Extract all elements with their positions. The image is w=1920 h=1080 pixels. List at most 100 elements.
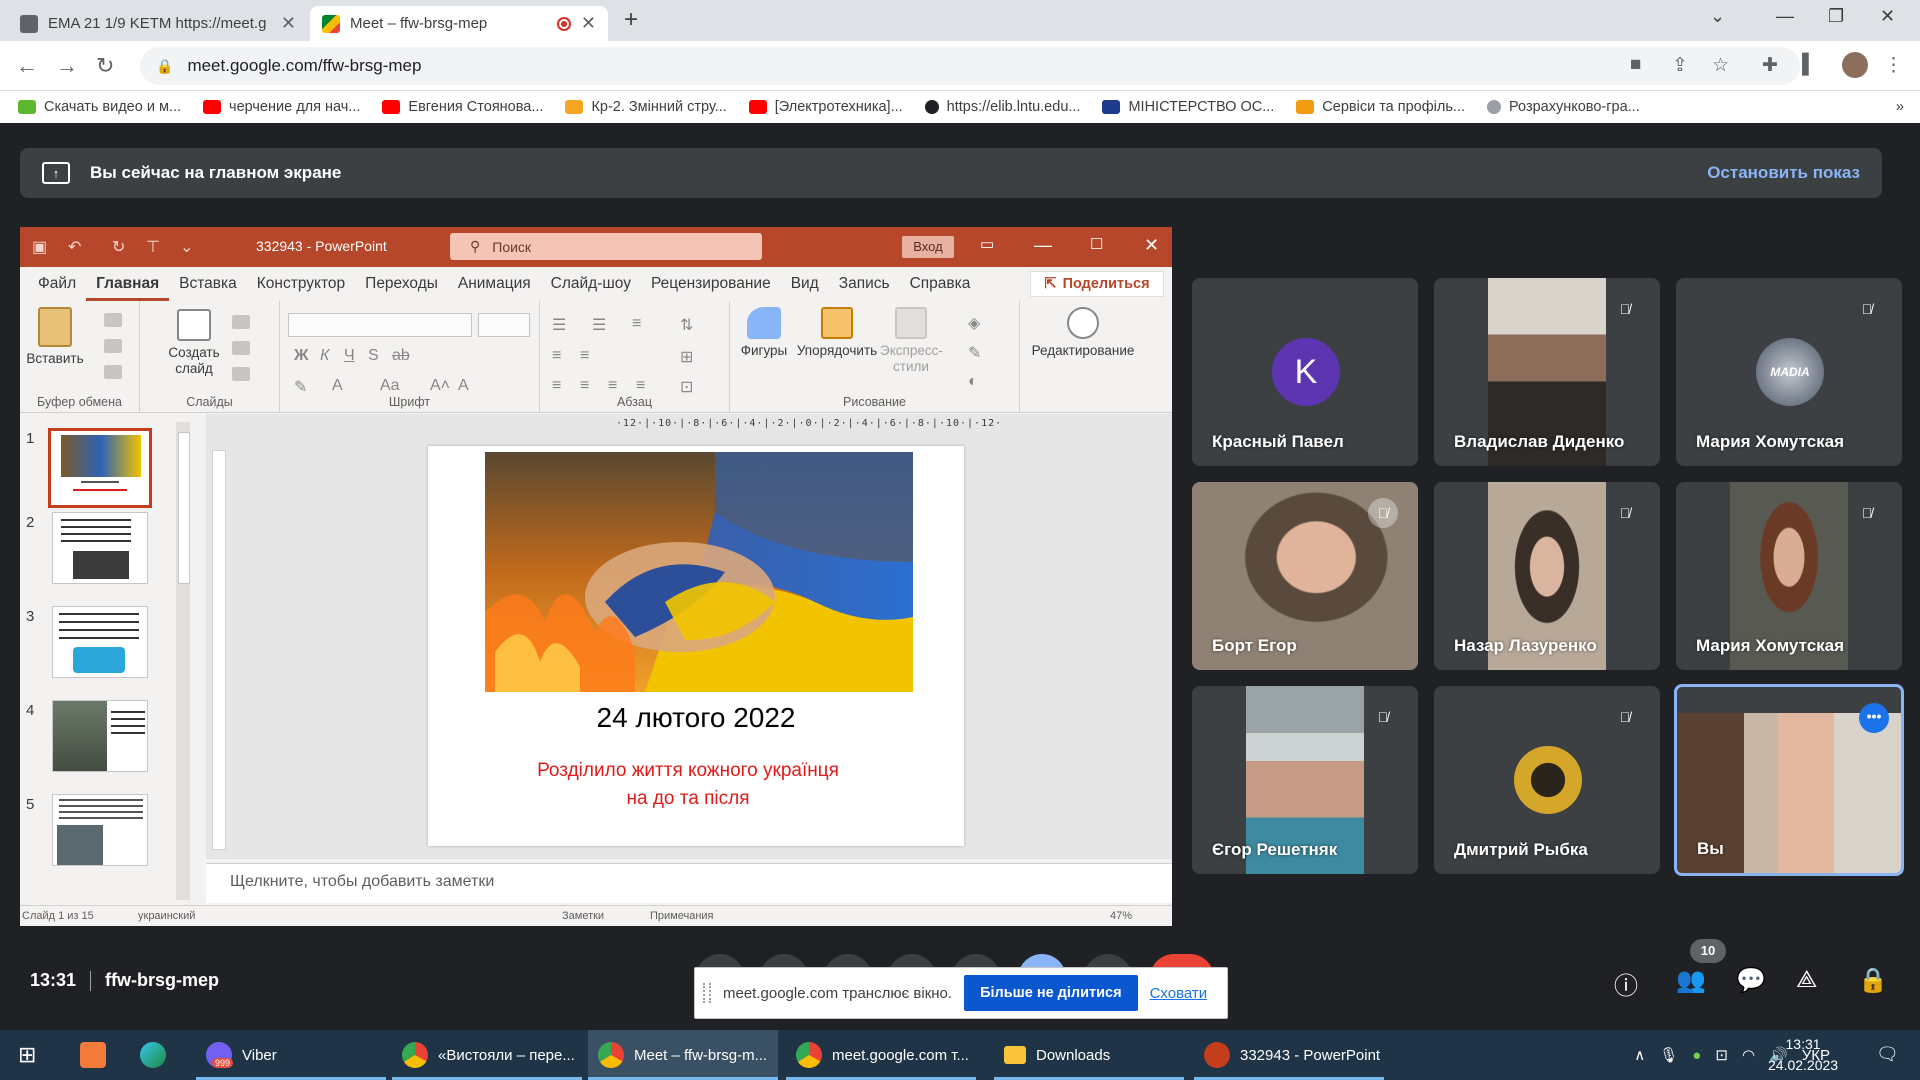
browser-tab-inactive[interactable]: EMA 21 1/9 KETM https://meet.g ✕ [8,6,308,41]
stop-presenting-button[interactable]: Остановить показ [1707,163,1860,183]
restore-button[interactable]: ❐ [1828,6,1844,27]
taskbar-explorer[interactable]: Downloads [994,1030,1184,1080]
reset-icon[interactable] [232,341,250,355]
chevron-up-icon[interactable]: ∧ [1634,1046,1645,1064]
current-slide[interactable]: 24 лютого 2022 Розділило життя кожного у… [428,446,964,846]
shapes-button[interactable]: Фигуры [734,307,794,359]
stop-sharing-button[interactable]: Більше не ділитися [964,975,1138,1011]
slide-thumbnail-3[interactable] [52,606,148,678]
italic-icon[interactable]: К [320,347,329,365]
taskbar-powerpoint[interactable]: 332943 - PowerPoint [1194,1030,1384,1080]
start-button[interactable]: ⊞ [8,1030,54,1080]
slide-photo[interactable] [485,452,913,692]
cut-icon[interactable] [104,313,122,327]
bookmark-item[interactable]: Евгения Стоянова... [382,99,543,115]
participant-tile[interactable]: MADIA 🎙̸ Мария Хомутская [1676,278,1902,466]
ribbon-tab-review[interactable]: Рецензирование [641,267,781,301]
ribbon-tab-animations[interactable]: Анимация [448,267,541,301]
chat-icon[interactable]: 💬 [1736,966,1766,995]
ribbon-tab-transitions[interactable]: Переходы [355,267,448,301]
ribbon-tab-home[interactable]: Главная [86,267,170,301]
section-icon[interactable] [232,367,250,381]
justify-icon[interactable]: ≡ [636,377,645,395]
ribbon-tab-help[interactable]: Справка [900,267,981,301]
notes-toggle[interactable]: Заметки [562,910,604,922]
taskbar-chrome-window[interactable]: Meet – ffw-brsg-m... [588,1030,778,1080]
numbering-icon[interactable]: ☰ [592,315,606,335]
share-page-icon[interactable]: ⇪ [1672,54,1688,77]
ppt-minimize-button[interactable]: — [1034,235,1052,256]
menu-icon[interactable]: ⋮ [1884,54,1903,77]
notifications-icon[interactable]: 🗨 [1876,1044,1899,1065]
decrease-indent-icon[interactable]: ≡ [552,347,561,365]
drag-handle[interactable] [703,983,711,1003]
info-icon[interactable]: ⓘ [1614,966,1638,1001]
align-left-icon[interactable]: ≡ [552,377,561,395]
bold-icon[interactable]: Ж [294,347,308,365]
participant-tile[interactable]: 🎙̸ Борт Егор [1192,482,1418,670]
reload-icon[interactable]: ↻ [96,53,114,79]
participant-tile[interactable]: 🎙̸ Єгор Решетняк [1192,686,1418,874]
bookmark-item[interactable]: Розрахунково-гра... [1487,99,1640,115]
slide-thumbnail-4[interactable] [52,700,148,772]
minimize-button[interactable]: — [1776,6,1794,27]
underline-icon[interactable]: Ч [344,347,355,365]
taskbar-viber[interactable]: Viber 999 [196,1030,386,1080]
participant-tile[interactable]: 🎙̸ Дмитрий Рыбка [1434,686,1660,874]
format-painter-icon[interactable] [104,365,122,379]
font-name-dropdown[interactable] [288,313,472,337]
bookmark-item[interactable]: Сервіси та профіль... [1296,99,1465,115]
text-direction-icon[interactable]: ⇅ [680,315,693,335]
camera-icon[interactable]: ■ [1630,54,1641,76]
bookmark-item[interactable]: МІНІСТЕРСТВО ОС... [1102,99,1274,115]
profile-avatar[interactable] [1842,52,1868,78]
paste-button[interactable]: Вставить [20,307,90,367]
save-icon[interactable]: ▣ [32,237,47,257]
ribbon-display-icon[interactable]: ▭ [980,235,994,253]
forward-icon[interactable]: → [56,53,78,79]
bookmark-star-icon[interactable]: ☆ [1712,54,1729,77]
font-color-icon[interactable]: A [332,377,343,395]
taskbar-chrome-window[interactable]: «Вистояли – пере... [392,1030,582,1080]
highlight-icon[interactable]: ✎ [294,377,307,397]
ribbon-tab-slideshow[interactable]: Слайд-шоу [541,267,641,301]
host-controls-icon[interactable]: 🔒 [1858,966,1888,995]
slide-subtitle-line2[interactable]: на до та після [488,788,888,810]
slide-thumbnail-1[interactable] [48,428,152,508]
ribbon-tab-design[interactable]: Конструктор [247,267,355,301]
more-options-icon[interactable]: ••• [1859,703,1889,733]
participant-tile[interactable]: 🎙̸ Мария Хомутская [1676,482,1902,670]
shape-outline-icon[interactable]: ✎ [968,343,981,363]
increase-indent-icon[interactable]: ≡ [580,347,589,365]
customize-qat-icon[interactable]: ⌄ [180,237,193,257]
tab-search-icon[interactable]: ⌄ [1710,6,1725,27]
change-case-icon[interactable]: Aa [380,377,400,395]
smartart-icon[interactable]: ⊡ [680,377,693,397]
participant-tile[interactable]: 🎙̸ Владислав Диденко [1434,278,1660,466]
clear-format-icon[interactable]: A [458,377,469,395]
signin-button[interactable]: Вход [902,236,954,258]
ppt-maximize-button[interactable]: ☐ [1090,235,1103,253]
new-slide-button[interactable]: Создать слайд [164,309,224,377]
system-clock[interactable]: 13:31 24.02.2023 [1768,1034,1838,1076]
bookmark-item[interactable]: Скачать видео и м... [18,99,181,115]
people-icon[interactable]: 👥 [1676,966,1706,995]
undo-icon[interactable]: ↶ [68,237,81,257]
close-tab-icon[interactable]: ✕ [281,13,296,34]
participant-tile[interactable]: K Красный Павел [1192,278,1418,466]
language-indicator[interactable]: украинский [138,910,195,922]
notes-pane[interactable]: Щелкните, чтобы добавить заметки [206,863,1172,903]
copy-icon[interactable] [104,339,122,353]
strikethrough-icon[interactable]: ab [392,347,410,365]
ribbon-tab-insert[interactable]: Вставка [169,267,247,301]
microphone-icon[interactable]: 🎙 [1659,1046,1678,1064]
hide-notice-link[interactable]: Сховати [1150,985,1208,1002]
app-tray-icon[interactable]: ● [1692,1047,1701,1064]
side-panel-icon[interactable]: ▌ [1802,54,1815,76]
bookmark-item[interactable]: https://elib.lntu.edu... [924,99,1080,115]
slide-thumbnail-2[interactable] [52,512,148,584]
taskbar-app[interactable] [130,1030,176,1080]
taskbar-chrome-window[interactable]: meet.google.com т... [786,1030,976,1080]
zoom-level[interactable]: 47% [1110,910,1132,922]
new-tab-button[interactable]: + [624,6,638,34]
